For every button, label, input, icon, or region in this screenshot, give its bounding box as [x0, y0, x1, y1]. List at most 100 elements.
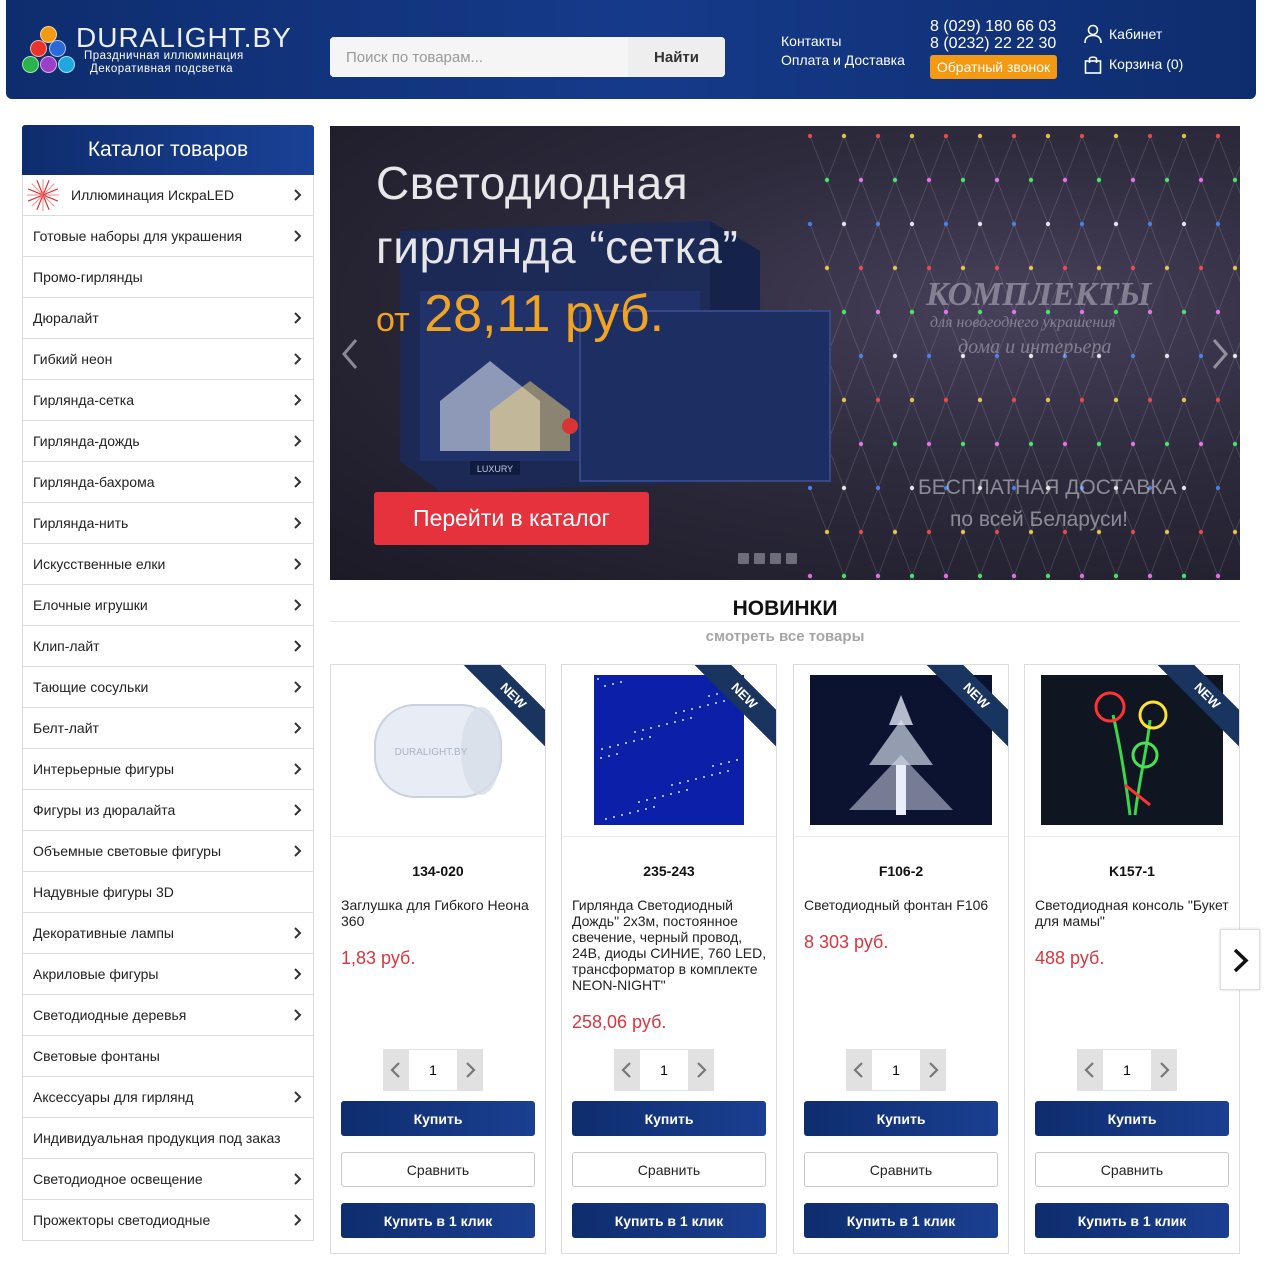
- cart-link[interactable]: Корзина (0): [1083, 52, 1183, 76]
- phone-1[interactable]: 8 (029) 180 66 03: [930, 18, 1056, 35]
- buy-one-click-button[interactable]: Купить в 1 клик: [572, 1203, 766, 1238]
- qty-input[interactable]: [1102, 1049, 1152, 1091]
- phone-2[interactable]: 8 (0232) 22 22 30: [930, 35, 1056, 52]
- sidebar-item-label: Световые фонтаны: [33, 1048, 160, 1064]
- qty-decrease-button[interactable]: [614, 1049, 639, 1091]
- sidebar-item[interactable]: Готовые наборы для украшения: [22, 216, 314, 257]
- banner-watermark-1: КОМПЛЕКТЫ: [926, 276, 1152, 313]
- buy-one-click-button[interactable]: Купить в 1 клик: [341, 1203, 535, 1238]
- qty-increase-button[interactable]: [458, 1049, 483, 1091]
- sidebar-item[interactable]: Елочные игрушки: [22, 585, 314, 626]
- account-area: Кабинет Корзина (0): [1083, 22, 1183, 82]
- product-card: NEW K157-1 Светодиодная консоль "Букет для…: [1024, 664, 1240, 1254]
- chevron-right-icon: [294, 763, 302, 775]
- view-all-link[interactable]: смотреть все товары: [330, 628, 1240, 645]
- compare-button[interactable]: Сравнить: [341, 1152, 535, 1187]
- banner-free-delivery-1: БЕСПЛАТНАЯ ДОСТАВКА: [918, 476, 1177, 499]
- sidebar-item[interactable]: Промо-гирлянды: [22, 257, 314, 298]
- product-name[interactable]: Светодиодная консоль "Букет для мамы": [1035, 897, 1231, 929]
- quantity-stepper: [846, 1049, 946, 1091]
- buy-button[interactable]: Купить: [572, 1101, 766, 1136]
- qty-decrease-button[interactable]: [846, 1049, 871, 1091]
- sidebar-item[interactable]: Объемные световые фигуры: [22, 831, 314, 872]
- sidebar-item-label: Гирлянда-нить: [33, 515, 129, 531]
- sidebar-item[interactable]: Гибкий неон: [22, 339, 314, 380]
- sidebar-item[interactable]: Светодиодное освещение: [22, 1159, 314, 1200]
- buy-button[interactable]: Купить: [341, 1101, 535, 1136]
- sidebar-item-label: Интерьерные фигуры: [33, 761, 175, 777]
- new-ribbon: NEW: [451, 665, 545, 761]
- sidebar-item[interactable]: Гирлянда-дождь: [22, 421, 314, 462]
- sidebar-item[interactable]: Фигуры из дюралайта: [22, 790, 314, 831]
- header-links: Контакты Оплата и Доставка: [781, 32, 905, 70]
- quantity-stepper: [1077, 1049, 1177, 1091]
- compare-button[interactable]: Сравнить: [804, 1152, 998, 1187]
- cart-label: Корзина (0): [1109, 56, 1184, 72]
- contacts-link[interactable]: Контакты: [781, 32, 905, 51]
- payment-delivery-link[interactable]: Оплата и Доставка: [781, 51, 905, 70]
- sidebar-item[interactable]: Тающие сосульки: [22, 667, 314, 708]
- sidebar-item[interactable]: Светодиодные деревья: [22, 995, 314, 1036]
- promo-banner[interactable]: LUXURY Светодиодная гирлянда “сетка” от …: [330, 126, 1240, 580]
- banner-dot-4[interactable]: [786, 553, 797, 564]
- sidebar-item[interactable]: Аксессуары для гирлянд: [22, 1077, 314, 1118]
- chevron-right-icon: [294, 1173, 302, 1185]
- buy-button[interactable]: Купить: [1035, 1101, 1229, 1136]
- qty-input[interactable]: [639, 1049, 689, 1091]
- qty-decrease-button[interactable]: [1077, 1049, 1102, 1091]
- callback-button[interactable]: Обратный звонок: [930, 55, 1057, 79]
- sidebar-item[interactable]: Гирлянда-нить: [22, 503, 314, 544]
- sidebar-item-label: Тающие сосульки: [33, 679, 149, 695]
- sidebar-item-label: Индивидуальная продукция под заказ: [33, 1130, 281, 1146]
- banner-dot-1[interactable]: [738, 553, 749, 564]
- qty-increase-button[interactable]: [921, 1049, 946, 1091]
- carousel-next-button[interactable]: [1220, 929, 1260, 990]
- search-bar: Найти: [330, 37, 725, 77]
- banner-watermark-2: для новогоднего украшения: [930, 314, 1116, 331]
- chevron-right-icon: [466, 1062, 476, 1078]
- compare-button[interactable]: Сравнить: [572, 1152, 766, 1187]
- sidebar-item[interactable]: Дюралайт: [22, 298, 314, 339]
- qty-input[interactable]: [408, 1049, 458, 1091]
- sidebar-item[interactable]: Искусственные елки: [22, 544, 314, 585]
- sidebar-item[interactable]: Индивидуальная продукция под заказ: [22, 1118, 314, 1159]
- site-logo[interactable]: DURALIGHT.BY Праздничная иллюминация Дек…: [22, 22, 291, 78]
- sidebar-item-label: Промо-гирлянды: [33, 269, 143, 285]
- buy-one-click-button[interactable]: Купить в 1 клик: [804, 1203, 998, 1238]
- sidebar-item[interactable]: Клип-лайт: [22, 626, 314, 667]
- search-button[interactable]: Найти: [628, 37, 725, 77]
- sidebar-item[interactable]: Декоративные лампы: [22, 913, 314, 954]
- sidebar-item[interactable]: Белт-лайт: [22, 708, 314, 749]
- qty-decrease-button[interactable]: [383, 1049, 408, 1091]
- banner-catalog-button[interactable]: Перейти в каталог: [374, 492, 649, 545]
- buy-button[interactable]: Купить: [804, 1101, 998, 1136]
- banner-next-arrow-icon[interactable]: [1208, 334, 1232, 374]
- chevron-right-icon: [294, 517, 302, 529]
- sidebar-item[interactable]: Гирлянда-бахрома: [22, 462, 314, 503]
- product-name[interactable]: Светодиодный фонтан F106: [804, 897, 1000, 913]
- product-name[interactable]: Заглушка для Гибкого Неона 360: [341, 897, 537, 929]
- banner-dot-3[interactable]: [770, 553, 781, 564]
- new-ribbon: NEW: [914, 665, 1008, 761]
- sidebar-item[interactable]: Иллюминация ИскраLED: [22, 175, 314, 216]
- sidebar-item-label: Гирлянда-дождь: [33, 433, 140, 449]
- sidebar-item[interactable]: Прожекторы светодиодные: [22, 1200, 314, 1241]
- sidebar-item[interactable]: Акриловые фигуры: [22, 954, 314, 995]
- banner-prev-arrow-icon[interactable]: [338, 334, 362, 374]
- qty-input[interactable]: [871, 1049, 921, 1091]
- qty-increase-button[interactable]: [1152, 1049, 1177, 1091]
- buy-one-click-button[interactable]: Купить в 1 клик: [1035, 1203, 1229, 1238]
- sidebar-item-label: Гибкий неон: [33, 351, 113, 367]
- product-card: NEW 235-243 Гирлянда Светодиодный Дождь" 2…: [561, 664, 777, 1254]
- banner-dot-2[interactable]: [754, 553, 765, 564]
- cabinet-link[interactable]: Кабинет: [1083, 22, 1183, 46]
- sidebar-item[interactable]: Надувные фигуры 3D: [22, 872, 314, 913]
- qty-increase-button[interactable]: [689, 1049, 714, 1091]
- search-input[interactable]: [330, 37, 628, 77]
- sidebar-item[interactable]: Интерьерные фигуры: [22, 749, 314, 790]
- product-name[interactable]: Гирлянда Светодиодный Дождь" 2х3м, посто…: [572, 897, 768, 993]
- compare-button[interactable]: Сравнить: [1035, 1152, 1229, 1187]
- sidebar-item[interactable]: Гирлянда-сетка: [22, 380, 314, 421]
- logo-tagline-1: Праздничная иллюминация: [84, 50, 244, 62]
- sidebar-item[interactable]: Световые фонтаны: [22, 1036, 314, 1077]
